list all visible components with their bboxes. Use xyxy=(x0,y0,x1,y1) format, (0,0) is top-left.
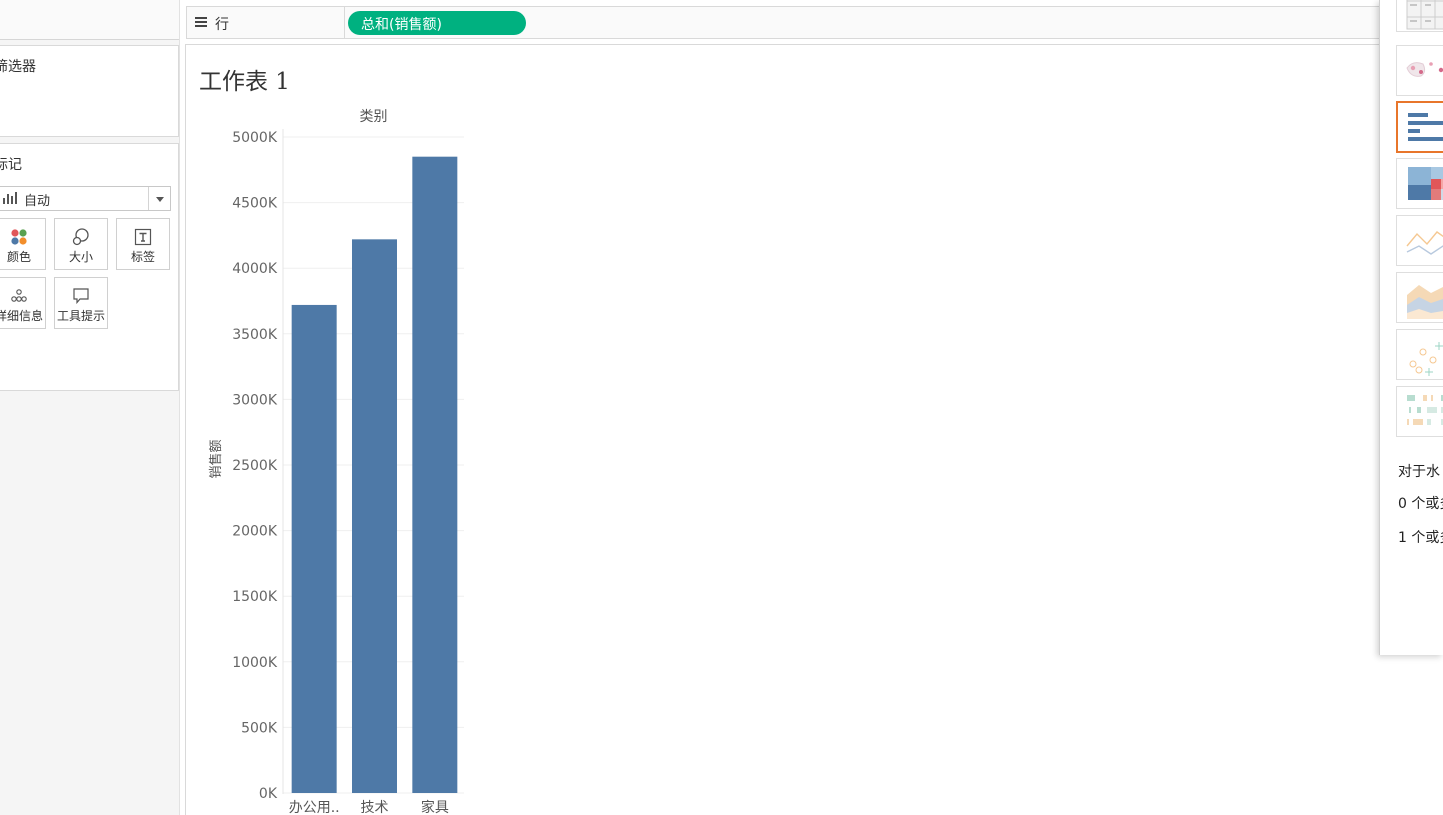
chart-thumb-highlight-table[interactable] xyxy=(1396,386,1443,437)
rows-shelf[interactable]: 行 总和(销售额) xyxy=(186,6,1380,39)
x-category-label: 办公用.. xyxy=(289,800,340,815)
worksheet-view[interactable]: 工作表 1 0K 500K 1000K 1500K 2000K 2500K 3000K 350… xyxy=(185,44,1380,815)
highlight-table-icon xyxy=(1407,395,1443,425)
area-chart-icon xyxy=(1407,285,1443,319)
text-label-icon xyxy=(134,228,152,246)
y-tick-label: 5000K xyxy=(232,130,278,146)
y-tick-label: 0K xyxy=(259,786,278,802)
y-tick-label: 500K xyxy=(241,720,278,736)
scatter-plot-icon xyxy=(1409,342,1443,376)
y-tick-label: 4500K xyxy=(232,196,278,212)
chevron-down-icon[interactable] xyxy=(148,187,170,210)
color-label: 颜色 xyxy=(6,250,31,264)
detail-label: 详细信息 xyxy=(0,309,43,323)
chart-thumb-treemap[interactable] xyxy=(1396,158,1443,209)
mark-type-value: 自动 xyxy=(24,194,51,209)
mark-type-dropdown[interactable]: 自动 xyxy=(0,186,171,211)
x-category-label: 技术 xyxy=(361,800,389,815)
chart-thumb-area[interactable] xyxy=(1396,272,1443,323)
chart-thumb-scatter[interactable] xyxy=(1396,329,1443,380)
y-tick-label: 1000K xyxy=(232,655,278,671)
size-circles-icon xyxy=(72,228,89,246)
label-button[interactable]: 标签 xyxy=(116,218,170,270)
bar-mark xyxy=(352,239,397,793)
chart-thumb-lines[interactable] xyxy=(1396,215,1443,266)
label-label: 标签 xyxy=(130,250,155,264)
size-button[interactable]: 大小 xyxy=(54,218,108,270)
marks-title: 标记 xyxy=(0,157,22,173)
chart-thumb-map[interactable] xyxy=(1396,45,1443,96)
text-table-icon xyxy=(1406,0,1443,30)
tableau-window: 筛选器 标记 自动 颜色 大小 标签 详细信息 工具提示 行 总和(销售额) 工… xyxy=(0,0,1443,815)
sum-sales-pill[interactable]: 总和(销售额) xyxy=(348,11,526,35)
y-tick-label: 4000K xyxy=(232,261,278,277)
filters-card[interactable]: 筛选器 xyxy=(0,45,179,137)
y-tick-label: 2500K xyxy=(232,458,278,474)
marks-card: 标记 自动 颜色 大小 标签 详细信息 工具提示 xyxy=(0,143,179,391)
bar-mark xyxy=(412,156,458,793)
y-tick-label: 3000K xyxy=(232,392,278,408)
y-tick-label: 2000K xyxy=(232,524,278,540)
y-tick-label: 1500K xyxy=(232,589,278,605)
showme-hint-line2: 0 个或多 xyxy=(1398,496,1443,512)
detail-button[interactable]: 详细信息 xyxy=(0,277,46,329)
showme-hint-line3: 1 个或多 xyxy=(1398,530,1443,546)
rows-shelf-label: 行 xyxy=(187,7,345,38)
bar-mark xyxy=(291,304,337,793)
bar-chart-icon xyxy=(3,192,17,204)
chart-thumb-text-table[interactable] xyxy=(1396,0,1443,32)
showme-hint-line1: 对于水 xyxy=(1398,464,1440,480)
y-tick-label: 3500K xyxy=(232,327,278,343)
filters-title: 筛选器 xyxy=(0,59,36,75)
x-category-label: 家具 xyxy=(421,799,449,815)
line-chart-icon xyxy=(1406,231,1443,255)
map-icon xyxy=(1406,62,1443,77)
list-icon xyxy=(195,17,207,27)
color-button[interactable]: 颜色 xyxy=(0,218,46,270)
detail-dots-icon xyxy=(11,289,27,302)
bar-chart: 0K 500K 1000K 1500K 2000K 2500K 3000K 3500K 4000… xyxy=(208,109,464,815)
horizontal-bars-icon xyxy=(1408,113,1443,141)
tooltip-button[interactable]: 工具提示 xyxy=(54,277,108,329)
rows-label: 行 xyxy=(215,17,229,33)
left-panel: 筛选器 标记 自动 颜色 大小 标签 详细信息 工具提示 xyxy=(0,0,180,815)
treemap-icon xyxy=(1408,167,1443,200)
size-label: 大小 xyxy=(68,250,93,264)
chart-thumb-horizontal-bars[interactable] xyxy=(1396,101,1443,153)
pill-label: 总和(销售额) xyxy=(361,17,442,33)
tooltip-label: 工具提示 xyxy=(56,309,105,323)
show-me-panel: 对于水 0 个或多 1 个或多 xyxy=(1379,0,1443,655)
color-dots-icon xyxy=(11,229,27,245)
pages-shelf[interactable] xyxy=(0,0,179,40)
column-header-label: 类别 xyxy=(360,109,388,125)
speech-bubble-icon xyxy=(73,288,89,305)
y-axis-title: 销售额 xyxy=(208,439,224,478)
